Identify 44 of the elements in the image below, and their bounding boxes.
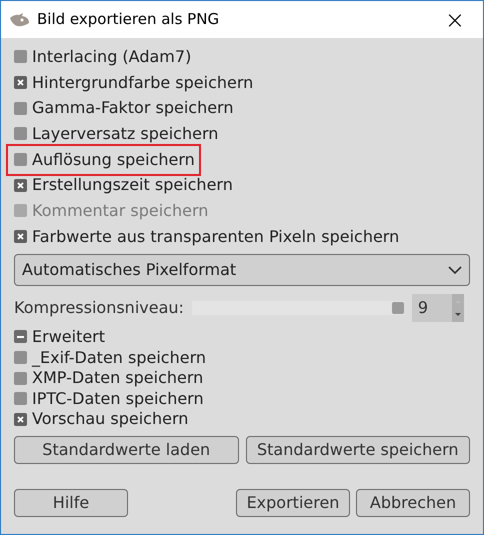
- expander-label: Erweitert: [32, 326, 106, 348]
- option-label: Gamma-Faktor speichern: [32, 97, 234, 120]
- option-label: IPTC-Daten speichern: [32, 388, 204, 410]
- spin-field[interactable]: 9: [412, 294, 464, 322]
- option-label: Hintergrundfarbe speichern: [32, 72, 254, 94]
- option-label: Auflösung speichern: [32, 148, 195, 171]
- checkbox[interactable]: [14, 102, 27, 115]
- option-label: Vorschau speichern: [32, 408, 188, 430]
- defaults-button[interactable]: Standardwerte laden: [14, 436, 238, 464]
- checkbox[interactable]: [14, 412, 27, 426]
- checkbox[interactable]: [14, 153, 27, 166]
- window-title: Bild exportieren als PNG: [37, 9, 220, 30]
- option-label: Layerversatz speichern: [32, 122, 218, 145]
- option-label: XMP-Daten speichern: [32, 367, 204, 390]
- dialog-button[interactable]: Exportieren: [236, 488, 350, 516]
- close-button[interactable]: ×: [444, 8, 465, 32]
- checkbox[interactable]: [14, 178, 27, 192]
- defaults-button[interactable]: Standardwerte speichern: [246, 436, 470, 464]
- checkbox[interactable]: [14, 127, 27, 140]
- chevron-down-icon: [448, 266, 462, 274]
- dropdown-value: Automatisches Pixelformat: [22, 258, 236, 280]
- cross-icon: [17, 233, 24, 240]
- option-label: Farbwerte aus transparenten Pixeln speichern: [32, 226, 400, 248]
- expander-box[interactable]: [14, 330, 27, 343]
- checkbox[interactable]: [14, 76, 27, 90]
- checkbox[interactable]: [14, 351, 27, 364]
- checkbox[interactable]: [14, 230, 27, 244]
- cross-icon: [17, 416, 24, 423]
- option-label: _Exif-Daten speichern: [32, 346, 206, 369]
- spin-value: 9: [418, 296, 428, 318]
- option-label: Interlacing (Adam7): [32, 46, 192, 68]
- cross-icon: [17, 79, 24, 86]
- help-button[interactable]: Hilfe: [14, 488, 128, 516]
- option-label: Kommentar speichern: [32, 200, 208, 222]
- compression-label: Kompressionsniveau:: [14, 296, 184, 318]
- option-label: Erstellungszeit speichern: [32, 174, 233, 196]
- cross-icon: [17, 182, 24, 189]
- checkbox[interactable]: [14, 50, 27, 64]
- slider-thumb[interactable]: [392, 302, 404, 314]
- checkbox[interactable]: [14, 392, 27, 406]
- pixel-format-dropdown[interactable]: Automatisches Pixelformat: [14, 254, 470, 286]
- dialog-button[interactable]: Abbrechen: [356, 488, 470, 516]
- app-icon: [9, 12, 31, 28]
- checkbox[interactable]: [14, 372, 27, 385]
